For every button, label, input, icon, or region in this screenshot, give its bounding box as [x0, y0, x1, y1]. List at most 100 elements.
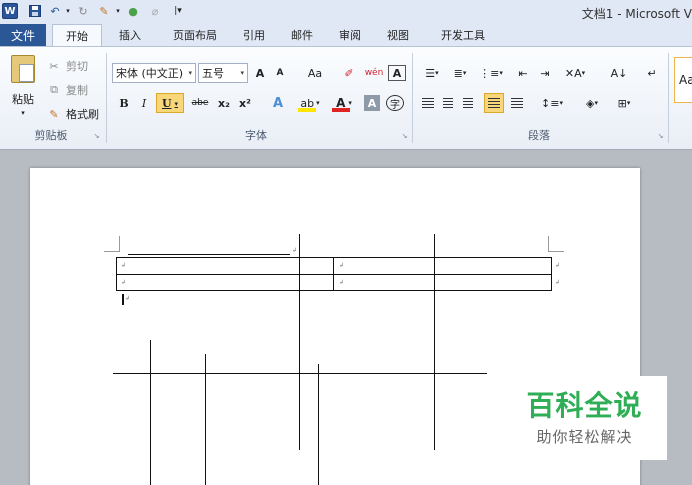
- font-name-select[interactable]: 宋体 (中文正) ▾: [112, 63, 196, 83]
- drawn-line[interactable]: [113, 373, 487, 374]
- bullets-button[interactable]: ☰ ▾: [420, 63, 444, 83]
- scissors-icon: ✂: [49, 59, 59, 73]
- clipboard-launcher-icon[interactable]: ↘: [92, 131, 101, 140]
- enclose-characters-button[interactable]: 字: [386, 95, 404, 111]
- group-label-clipboard: 剪贴板: [34, 129, 68, 142]
- sort-button[interactable]: A↓: [610, 63, 628, 83]
- paste-button[interactable]: 粘贴 ▾: [6, 53, 40, 121]
- tab-view[interactable]: 视图: [378, 24, 418, 46]
- character-shading-button[interactable]: A: [364, 95, 380, 111]
- chevron-down-icon: ▾: [594, 99, 598, 107]
- chinese-layout-button[interactable]: ✕A ▾: [562, 63, 588, 83]
- align-right-button[interactable]: [460, 93, 476, 113]
- underline-button[interactable]: U ▾: [156, 93, 184, 113]
- style-gallery-item[interactable]: Aa: [674, 57, 692, 103]
- table-row-divider: [117, 274, 551, 275]
- tab-home[interactable]: 开始: [52, 24, 102, 46]
- format-painter-icon[interactable]: ✎: [96, 3, 112, 19]
- justify-icon: [488, 98, 500, 108]
- character-border-button[interactable]: A: [388, 65, 406, 81]
- paste-icon: [11, 55, 35, 83]
- tab-page-layout[interactable]: 页面布局: [160, 24, 230, 46]
- font-color-bar: [332, 108, 350, 112]
- show-hide-marks-button[interactable]: ↵: [646, 63, 658, 83]
- line-spacing-button[interactable]: ↕≡ ▾: [538, 93, 566, 113]
- tab-developer[interactable]: 开发工具: [428, 24, 498, 46]
- eraser-icon[interactable]: ⌀: [148, 3, 162, 19]
- chinese-layout-icon: ✕A: [564, 66, 582, 80]
- paragraph-mark: ↲: [292, 247, 298, 254]
- tab-file[interactable]: 文件: [0, 24, 46, 46]
- tab-mailings[interactable]: 邮件: [282, 24, 322, 46]
- customize-quick-access-icon[interactable]: |▾: [172, 3, 184, 19]
- word-logo-icon[interactable]: W: [2, 3, 18, 19]
- paste-label: 粘贴: [12, 93, 34, 106]
- font-launcher-icon[interactable]: ↘: [400, 131, 409, 140]
- format-painter-button[interactable]: ✎ 格式刷: [46, 105, 99, 123]
- change-case-button[interactable]: Aa: [302, 63, 328, 83]
- color-icon[interactable]: ●: [126, 3, 140, 19]
- watermark-subtitle: 助你轻松解决: [536, 427, 633, 446]
- shrink-font-button[interactable]: A: [272, 63, 288, 83]
- drawn-line[interactable]: [205, 354, 206, 485]
- superscript-button[interactable]: x²: [236, 93, 254, 113]
- borders-icon: ⊞: [617, 96, 627, 110]
- font-size-value: 五号: [202, 67, 224, 80]
- align-center-button[interactable]: [440, 93, 456, 113]
- bullet-list-icon: ☰: [425, 66, 436, 80]
- distributed-icon: [511, 98, 523, 108]
- italic-button[interactable]: I: [136, 93, 152, 113]
- paragraph-launcher-icon[interactable]: ↘: [656, 131, 665, 140]
- decrease-indent-icon[interactable]: ⇤: [514, 63, 532, 83]
- cell-mark: ↲: [339, 262, 345, 269]
- phonetic-guide-button[interactable]: wén: [364, 63, 384, 83]
- font-color-button[interactable]: A ▾: [330, 93, 358, 113]
- align-right-icon: [463, 98, 473, 108]
- align-left-button[interactable]: [420, 93, 436, 113]
- drawn-line[interactable]: [434, 234, 435, 450]
- undo-icon[interactable]: ↶: [48, 3, 62, 19]
- line-spacing-icon: ↕≡: [541, 96, 560, 110]
- window-title: 文档1 - Microsoft V: [581, 7, 692, 21]
- drawn-line[interactable]: [318, 364, 319, 485]
- subscript-button[interactable]: x₂: [216, 93, 232, 113]
- redo-icon[interactable]: ↻: [76, 3, 90, 19]
- drawn-line[interactable]: [299, 234, 300, 450]
- numbered-list-icon: ≣: [453, 66, 463, 80]
- multilevel-list-button[interactable]: ⋮≡ ▾: [476, 63, 506, 83]
- cell-mark: ↲: [121, 279, 127, 286]
- bold-button[interactable]: B: [116, 93, 132, 113]
- cell-mark: ↲: [339, 279, 345, 286]
- strikethrough-button[interactable]: abe: [190, 93, 210, 113]
- chevron-down-icon: ▾: [559, 99, 563, 107]
- shading-button[interactable]: ◈ ▾: [578, 93, 606, 113]
- highlight-color-bar: [298, 108, 316, 112]
- drawn-line[interactable]: [128, 254, 290, 255]
- chevron-down-icon[interactable]: ▾: [21, 109, 25, 117]
- highlight-button[interactable]: ab ▾: [296, 93, 324, 113]
- save-icon[interactable]: [28, 3, 42, 19]
- drawn-line[interactable]: [150, 340, 151, 485]
- table[interactable]: ↲ ↲ ↲ ↲: [116, 257, 552, 291]
- grow-font-button[interactable]: A: [252, 63, 268, 83]
- justify-button[interactable]: [484, 93, 504, 113]
- numbering-button[interactable]: ≣ ▾: [448, 63, 472, 83]
- cut-button[interactable]: ✂ 剪切: [46, 57, 88, 75]
- font-size-select[interactable]: 五号 ▾: [198, 63, 248, 83]
- tab-review[interactable]: 审阅: [330, 24, 370, 46]
- tab-references[interactable]: 引用: [236, 24, 272, 46]
- increase-indent-icon[interactable]: ⇥: [536, 63, 554, 83]
- margin-corner-top-right: [548, 236, 564, 252]
- borders-button[interactable]: ⊞ ▾: [610, 93, 638, 113]
- font-name-value: 宋体 (中文正): [116, 67, 184, 80]
- chevron-down-icon: ▾: [188, 69, 192, 77]
- distributed-button[interactable]: [508, 93, 526, 113]
- text-effect-button[interactable]: A: [266, 93, 290, 113]
- tab-insert[interactable]: 插入: [110, 24, 150, 46]
- format-dropdown-icon[interactable]: ▾: [114, 3, 122, 19]
- chevron-down-icon: ▾: [348, 99, 352, 107]
- clear-formatting-icon[interactable]: ✐: [340, 63, 358, 83]
- chevron-down-icon: ▾: [435, 69, 439, 77]
- copy-button[interactable]: ⧉ 复制: [46, 81, 88, 99]
- undo-dropdown-icon[interactable]: ▾: [64, 3, 72, 19]
